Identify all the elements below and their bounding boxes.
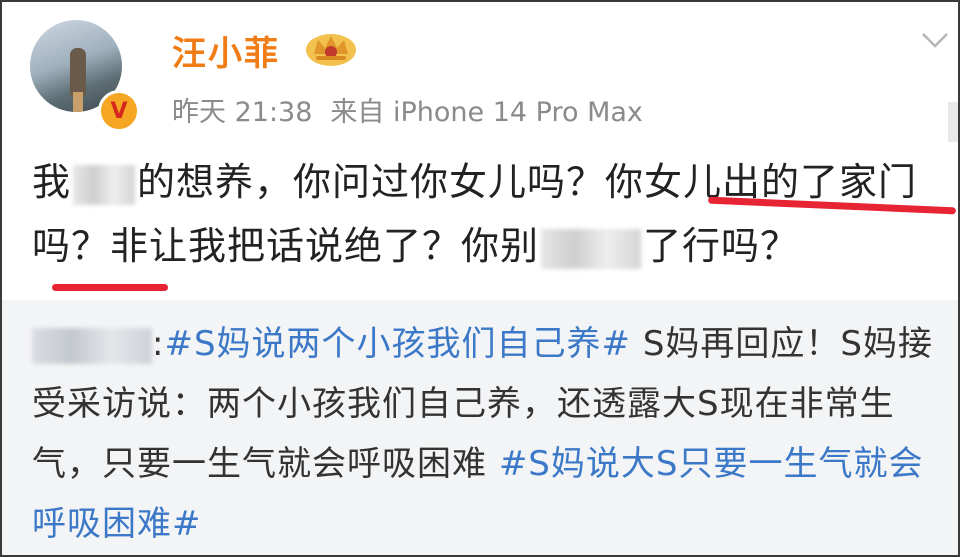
post-meta: 昨天 21:38 来自 iPhone 14 Pro Max (172, 90, 661, 129)
red-underline (52, 284, 168, 291)
post-text-highlight: 家门 (839, 160, 918, 204)
post-text-part: 我 (32, 160, 72, 204)
weibo-post-card: V 汪小菲 昨天 21:38 来自 iPhone 14 Pro Max 我 的想养，… (0, 0, 960, 557)
post-text-part: 的想养，你问过你女儿吗？ (137, 160, 606, 204)
scroll-edge (948, 102, 958, 142)
chevron-down-icon[interactable] (920, 30, 950, 50)
crown-badge-icon (306, 34, 356, 66)
post-text-part: 吗？非让我把话说绝了？你别 (32, 224, 540, 268)
avatar-figure-legs (73, 92, 83, 112)
avatar-figure (70, 48, 86, 96)
repost-block[interactable]: :#S妈说两个小孩我们自己养# S妈再回应！S妈接受采访说：两个小孩我们自己养，… (2, 300, 958, 555)
post-text: 我的想养，你问过你女儿吗？你女儿出的了家门吗？非让我把话说绝了？你别 了行吗？ (32, 150, 952, 278)
verified-badge-icon: V (98, 90, 140, 132)
blurred-text (541, 228, 642, 269)
repost-text: :#S妈说两个小孩我们自己养# S妈再回应！S妈接受采访说：两个小孩我们自己养，… (32, 314, 948, 554)
post-time: 昨天 21:38 (172, 97, 313, 128)
topic-link[interactable]: #S妈说两个小孩我们自己养# (164, 324, 631, 364)
username[interactable]: 汪小菲 (172, 26, 280, 75)
blurred-author (32, 327, 152, 364)
post-text-part: 了行吗？ (643, 224, 800, 268)
post-source: 来自 iPhone 14 Pro Max (330, 97, 643, 128)
blurred-text (73, 164, 136, 205)
repost-colon: : (152, 324, 165, 364)
